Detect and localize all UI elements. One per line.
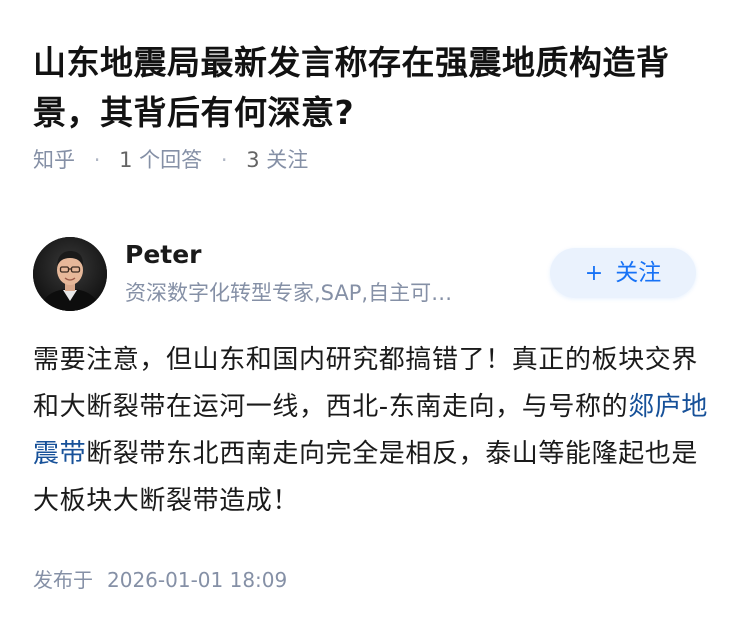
answer-content: 需要注意，但山东和国内研究都搞错了！真正的板块交界和大断裂带在运河一线，西北-东… <box>33 337 713 525</box>
question-meta: 知乎 · 1 个回答 · 3 关注 <box>33 146 308 174</box>
separator-dot: · <box>220 148 228 172</box>
question-title[interactable]: 山东地震局最新发言称存在强震地质构造背景，其背后有何深意? <box>33 38 723 138</box>
followers-count-link[interactable]: 3 关注 <box>246 148 308 172</box>
content-text-part2: 断裂带东北西南走向完全是相反，泰山等能隆起也是大板块大断裂带造成！ <box>33 439 699 516</box>
publish-info: 发布于 2026-01-01 18:09 <box>33 566 287 594</box>
follow-button[interactable]: + 关注 <box>550 248 696 298</box>
answers-count: 1 <box>119 148 133 172</box>
author-bio: 资深数字化转型专家,SAP,自主可… <box>125 281 453 305</box>
plus-icon: + <box>584 261 604 286</box>
publish-label: 发布于 <box>33 568 93 592</box>
author-name[interactable]: Peter <box>125 239 202 271</box>
answer-page: 山东地震局最新发言称存在强震地质构造背景，其背后有何深意? 知乎 · 1 个回答… <box>0 0 750 634</box>
separator-dot: · <box>93 148 101 172</box>
avatar[interactable] <box>33 237 107 311</box>
content-text-part1: 需要注意，但山东和国内研究都搞错了！真正的板块交界和大断裂带在运河一线，西北-东… <box>33 345 699 422</box>
author-card: Peter 资深数字化转型专家,SAP,自主可… + 关注 <box>33 237 717 313</box>
answers-label: 个回答 <box>139 148 203 172</box>
follow-label: 关注 <box>615 260 662 286</box>
person-avatar-icon <box>33 237 107 311</box>
answers-count-link[interactable]: 1 个回答 <box>119 148 209 172</box>
followers-count: 3 <box>246 148 260 172</box>
site-name[interactable]: 知乎 <box>33 148 75 172</box>
publish-time: 2026-01-01 18:09 <box>107 568 288 592</box>
followers-label: 关注 <box>266 148 309 172</box>
